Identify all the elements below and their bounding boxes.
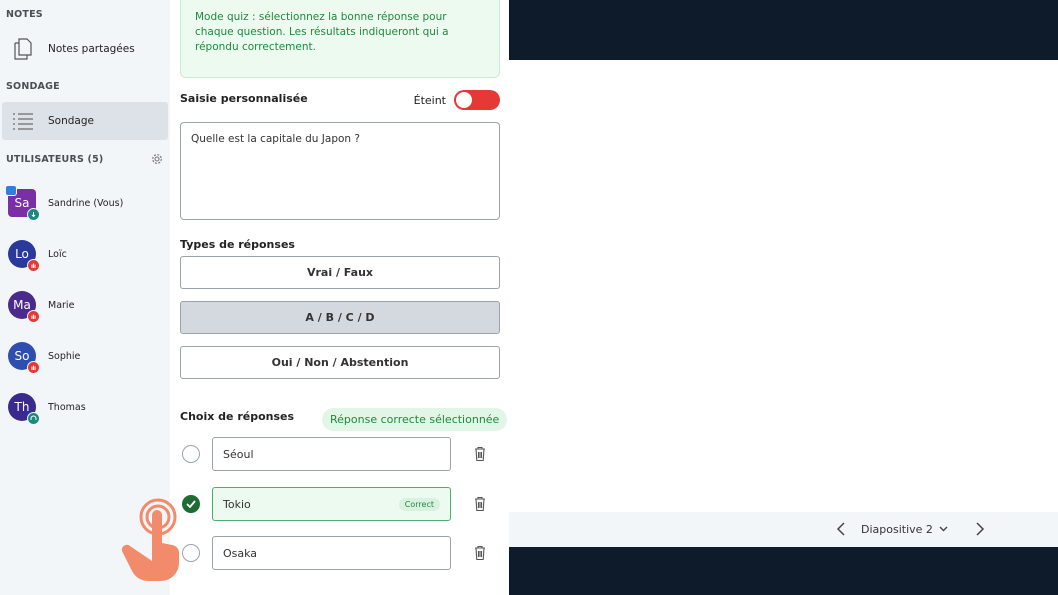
chevron-left-icon[interactable] [834, 521, 850, 537]
raised-hand-icon [27, 259, 40, 272]
question-textarea[interactable]: Quelle est la capitale du Japon ? [180, 122, 500, 220]
trash-icon[interactable] [473, 545, 487, 561]
avatar-initials: Th [14, 400, 30, 414]
raised-hand-icon [27, 310, 40, 323]
avatar: So [8, 342, 40, 374]
toggle-state-label: Éteint [413, 93, 446, 107]
user-name: Sandrine (Vous) [48, 197, 124, 209]
avatar: Ma [8, 291, 40, 323]
headphones-icon [27, 412, 40, 425]
question-text: Quelle est la capitale du Japon ? [191, 133, 360, 145]
type-true-false-button[interactable]: Vrai / Faux [180, 256, 500, 289]
type-yes-no-abstain-button[interactable]: Oui / Non / Abstention [180, 346, 500, 379]
poll-panel: Mode quiz : sélectionnez la bonne répons… [170, 0, 509, 595]
sidebar-item-poll[interactable]: Sondage [2, 102, 168, 140]
user-item-sophie[interactable]: So Sophie [8, 339, 81, 374]
custom-input-toggle-wrap: Éteint [414, 90, 500, 110]
chevron-right-icon[interactable] [971, 521, 987, 537]
document-icon [10, 36, 36, 62]
sidebar-item-label: Notes partagées [48, 43, 135, 55]
sidebar-item-label: Sondage [48, 115, 94, 127]
user-name: Loïc [48, 248, 67, 260]
notes-section-title: NOTES [6, 9, 43, 20]
custom-input-toggle[interactable] [454, 90, 500, 110]
raised-hand-icon [27, 361, 40, 374]
answer-text: Osaka [223, 546, 258, 560]
slide-canvas [509, 60, 1058, 512]
trash-icon[interactable] [473, 446, 487, 462]
slide-navigation-bar: Diapositive 2 [509, 512, 1058, 547]
poll-section-title: SONDAGE [6, 81, 60, 92]
tap-gesture-icon [121, 498, 180, 581]
microphone-icon [27, 208, 40, 221]
sidebar-item-shared-notes[interactable]: Notes partagées [2, 30, 168, 68]
toggle-knob [456, 92, 472, 108]
correct-selected-badge: Réponse correcte sélectionnée [322, 408, 508, 431]
custom-input-label: Saisie personnalisée [180, 92, 308, 105]
avatar: Lo [8, 240, 40, 272]
answer-text: Séoul [223, 447, 254, 461]
user-item-loic[interactable]: Lo Loïc [8, 237, 67, 272]
user-item-marie[interactable]: Ma Marie [8, 288, 75, 323]
trash-icon[interactable] [473, 496, 487, 512]
type-abcd-button[interactable]: A / B / C / D [180, 301, 500, 334]
presentation-area: Diapositive 2 [509, 0, 1058, 595]
user-name: Marie [48, 299, 75, 311]
chevron-down-icon [939, 526, 948, 532]
slide-label: Diapositive 2 [861, 522, 933, 536]
avatar-initials: Lo [15, 247, 29, 261]
check-icon [186, 500, 196, 508]
presenter-icon [5, 185, 17, 196]
avatar-initials: So [14, 349, 30, 363]
answer-input[interactable]: Séoul [212, 437, 451, 471]
user-name: Thomas [48, 401, 86, 413]
answer-text: Tokio [223, 497, 251, 511]
users-section-title: UTILISATEURS (5) [6, 154, 104, 165]
answer-input[interactable]: Tokio Correct [212, 487, 451, 521]
answer-input[interactable]: Osaka [212, 536, 451, 570]
answer-radio[interactable] [182, 445, 200, 463]
slide-selector[interactable]: Diapositive 2 [861, 521, 948, 537]
user-name: Sophie [48, 350, 81, 362]
user-item-sandrine[interactable]: Sa Sandrine (Vous) [5, 185, 124, 221]
avatar-initials: Sa [14, 196, 30, 210]
user-item-thomas[interactable]: Th Thomas [8, 390, 86, 425]
correct-tag: Correct [398, 497, 440, 511]
avatar-initials: Ma [13, 298, 31, 312]
avatar: Sa [5, 185, 40, 221]
quiz-mode-note: Mode quiz : sélectionnez la bonne répons… [180, 0, 500, 78]
list-icon [10, 108, 36, 134]
gear-icon[interactable] [150, 152, 164, 166]
avatar: Th [8, 393, 40, 425]
choices-label: Choix de réponses [180, 410, 295, 423]
response-types-label: Types de réponses [180, 238, 295, 251]
